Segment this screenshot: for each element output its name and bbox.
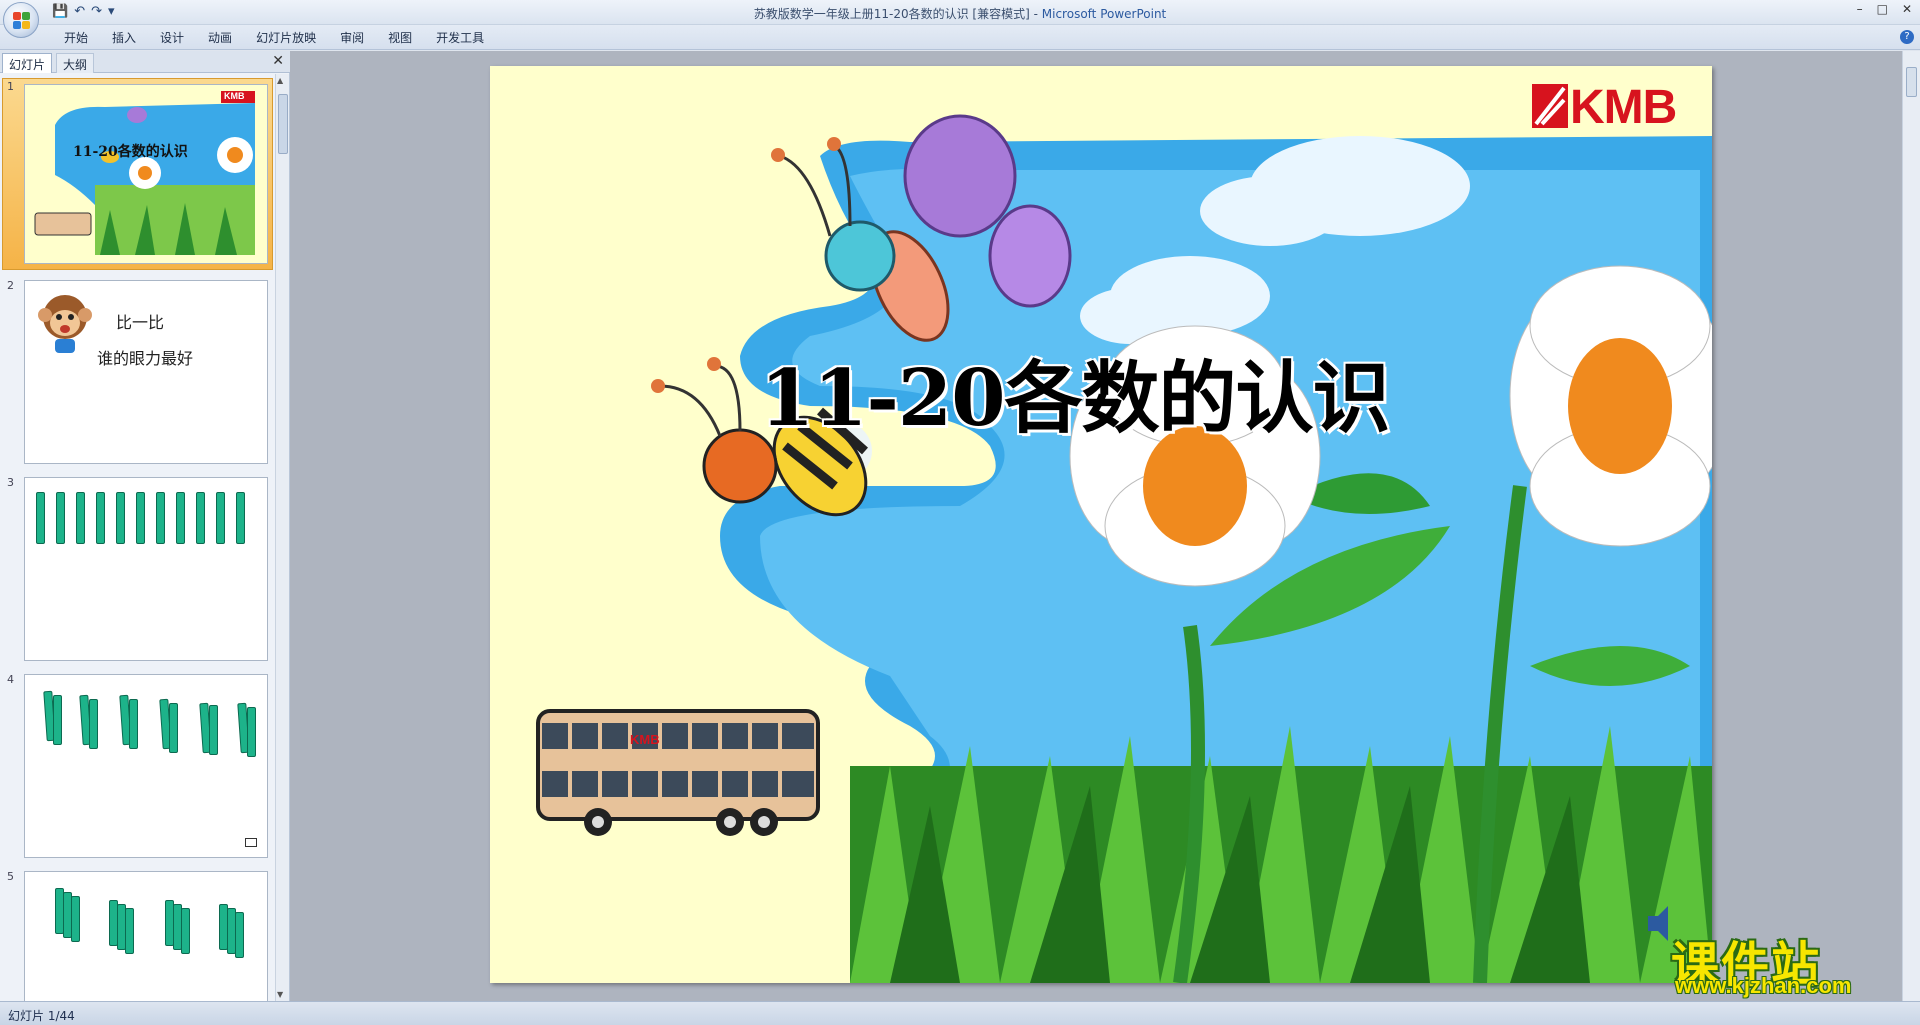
- tab-developer[interactable]: 开发工具: [424, 28, 496, 48]
- document-title: 苏教版数学一年级上册11-20各数的认识 [兼容模式]: [753, 7, 1030, 21]
- ribbon: 开始 插入 设计 动画 幻灯片放映 审阅 视图 开发工具 ?: [0, 25, 1920, 50]
- thumbnail-1-title: 11-20各数的认识: [73, 144, 188, 160]
- thumbnail-number: 2: [7, 279, 14, 292]
- tab-animations[interactable]: 动画: [196, 28, 244, 48]
- watermark-url: www.kjzhan.com: [1675, 973, 1852, 998]
- thumbnail-number: 5: [7, 870, 14, 883]
- maximize-button[interactable]: □: [1877, 2, 1888, 16]
- pane-close-icon[interactable]: ✕: [272, 53, 284, 69]
- slide-title[interactable]: 11-20各数的认识: [760, 336, 1390, 448]
- slides-pane: 幻灯片 大纲 ✕ 1 11-20各数的认识 KMB 2 比一比 谁的眼力最好 3…: [0, 51, 290, 1001]
- window-controls: – □ ✕: [1857, 2, 1912, 16]
- thumbnail-number: 3: [7, 476, 14, 489]
- tab-outline[interactable]: 大纲: [56, 53, 95, 73]
- minimize-button[interactable]: –: [1857, 2, 1863, 16]
- tab-slides[interactable]: 幻灯片: [2, 53, 53, 73]
- editor-scrollbar[interactable]: [1902, 51, 1920, 1001]
- thumbnail-slide-5[interactable]: [24, 871, 268, 1001]
- thumbnail-slide-4[interactable]: [24, 674, 268, 858]
- tab-slideshow[interactable]: 幻灯片放映: [244, 28, 328, 48]
- thumbnail-slide-2[interactable]: 比一比 谁的眼力最好: [24, 280, 268, 464]
- help-icon[interactable]: ?: [1900, 30, 1914, 44]
- thumbnail-1-art: [34, 91, 255, 255]
- tab-home[interactable]: 开始: [52, 28, 100, 48]
- close-button[interactable]: ✕: [1902, 2, 1912, 16]
- scroll-down-icon[interactable]: ▼: [277, 990, 283, 999]
- thumbnail-number: 1: [7, 80, 14, 93]
- scroll-thumb[interactable]: [1906, 67, 1917, 97]
- thumbnail-list: 1 11-20各数的认识 KMB 2 比一比 谁的眼力最好 3 4 5: [0, 74, 275, 1001]
- pane-tabs: 幻灯片 大纲 ✕: [0, 51, 290, 73]
- thumbnail-number: 4: [7, 673, 14, 686]
- thumbnail-1-logo: KMB: [224, 91, 245, 101]
- title-separator: -: [1029, 7, 1042, 21]
- app-name: Microsoft PowerPoint: [1041, 7, 1167, 21]
- title-bar: 💾 ↶ ↷ ▾ 苏教版数学一年级上册11-20各数的认识 [兼容模式] - Mi…: [0, 0, 1920, 25]
- window-title: 苏教版数学一年级上册11-20各数的认识 [兼容模式] - Microsoft …: [0, 5, 1920, 22]
- kmb-logo: KMB: [1570, 81, 1677, 134]
- tab-design[interactable]: 设计: [148, 28, 196, 48]
- tab-view[interactable]: 视图: [376, 28, 424, 48]
- scroll-thumb[interactable]: [278, 94, 288, 154]
- slide-artwork: [536, 84, 1712, 983]
- bus-logo: KMB: [630, 732, 660, 747]
- thumbnail-2-line1: 比一比: [115, 313, 164, 332]
- thumbnail-scrollbar[interactable]: ▲ ▼: [275, 74, 289, 1001]
- watermark: 课件站 www.kjzhan.com: [1671, 925, 1911, 1001]
- ribbon-tabs: 开始 插入 设计 动画 幻灯片放映 审阅 视图 开发工具: [52, 28, 496, 48]
- tab-insert[interactable]: 插入: [100, 28, 148, 48]
- office-logo-icon: [13, 12, 30, 29]
- transition-icon: [245, 838, 257, 847]
- tab-review[interactable]: 审阅: [328, 28, 376, 48]
- thumbnail-slide-3[interactable]: [24, 477, 268, 661]
- office-button[interactable]: [3, 2, 39, 38]
- thumbnail-slide-1[interactable]: 11-20各数的认识 KMB: [24, 84, 268, 264]
- thumbnail-2-line2: 谁的眼力最好: [96, 349, 193, 368]
- slide-counter: 幻灯片 1/44: [8, 1009, 75, 1023]
- slide-canvas[interactable]: KMB KMB 11-20各数的认识: [490, 66, 1712, 983]
- status-bar: 幻灯片 1/44: [0, 1001, 1920, 1025]
- scroll-up-icon[interactable]: ▲: [277, 76, 283, 85]
